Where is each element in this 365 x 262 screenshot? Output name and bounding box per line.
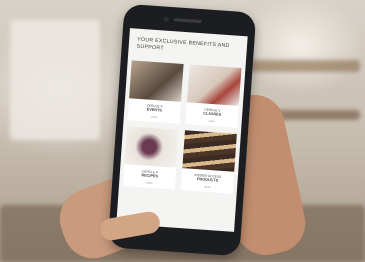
background-shelf <box>250 60 360 72</box>
tile-label: CERCLE V RECIPES <box>141 169 159 179</box>
tile-link[interactable]: VIEW <box>181 184 233 191</box>
tile-link[interactable]: VIEW <box>128 114 180 121</box>
tile-recipes[interactable]: CERCLE V RECIPES VIEW <box>122 126 180 190</box>
recipes-photo <box>124 126 180 168</box>
speaker-grille <box>173 18 202 24</box>
tile-events[interactable]: CERCLE V EVENTS VIEW <box>127 60 184 124</box>
tile-link[interactable]: VIEW <box>123 180 175 187</box>
products-photo <box>182 130 237 172</box>
camera-icon <box>163 16 169 22</box>
photo-scene: YOUR EXCLUSIVE BENEFITS AND SUPPORT CERC… <box>0 0 365 262</box>
tile-link[interactable]: VIEW <box>186 118 238 125</box>
benefits-heading: YOUR EXCLUSIVE BENEFITS AND SUPPORT <box>136 36 230 52</box>
events-photo <box>129 60 184 102</box>
tile-label: CERCLE V CLASSES <box>203 107 222 117</box>
phone-screen: YOUR EXCLUSIVE BENEFITS AND SUPPORT CERC… <box>116 28 248 232</box>
tile-classes[interactable]: CERCLE V CLASSES VIEW <box>185 64 242 128</box>
background-window <box>10 20 100 140</box>
tile-products[interactable]: INSIDER ACCESS PRODUCTS VIEW <box>180 130 237 194</box>
tile-label: CERCLE V EVENTS <box>146 103 163 113</box>
classes-photo <box>186 64 242 106</box>
tile-label: INSIDER ACCESS PRODUCTS <box>194 172 222 183</box>
